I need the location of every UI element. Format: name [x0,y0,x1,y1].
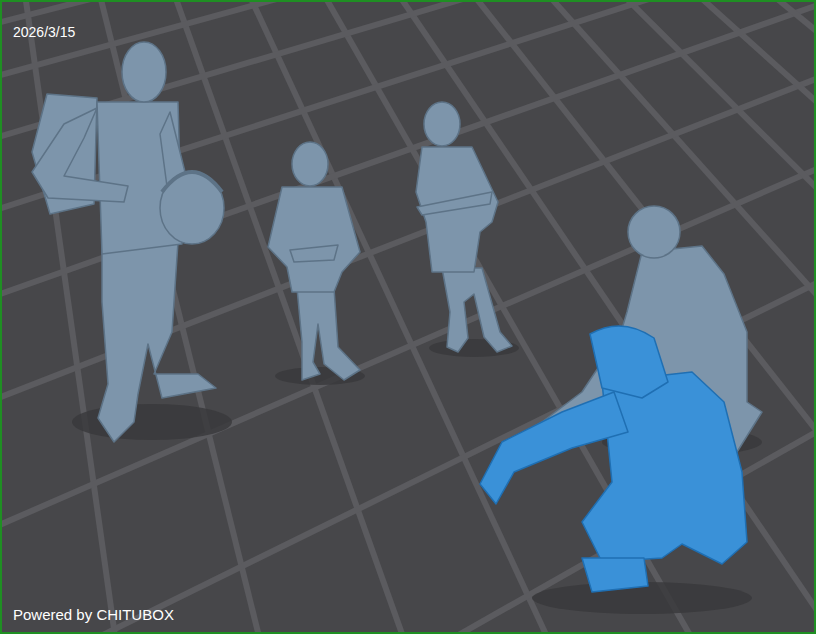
viewport[interactable]: 2026/3/15 Powered by CHITUBOX [0,0,816,634]
floor-grid [2,2,814,632]
build-plate[interactable] [2,2,814,632]
model-figure[interactable] [32,42,224,442]
model-figure[interactable] [416,102,512,352]
model-figure[interactable] [268,142,360,380]
model-figure[interactable] [480,326,747,592]
model-shadow [72,404,232,440]
watermark: Powered by CHITUBOX [11,605,176,624]
date-label: 2026/3/15 [11,23,77,41]
